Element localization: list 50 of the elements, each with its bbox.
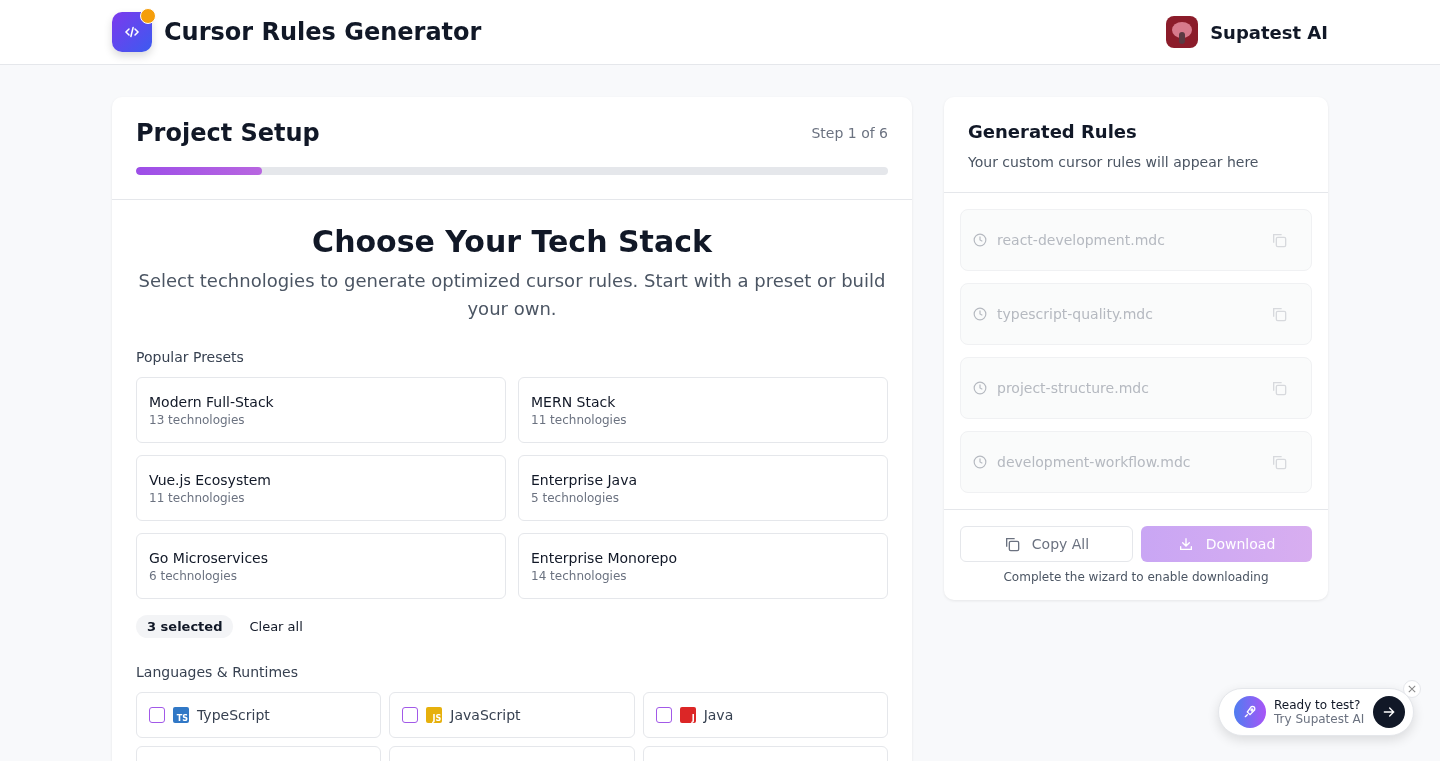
step-counter: Step 1 of 6 xyxy=(811,125,888,141)
technology-option[interactable]: JS JavaScript xyxy=(389,692,635,738)
preset-card[interactable]: Vue.js Ecosystem 11 technologies xyxy=(136,455,506,521)
file-name: react-development.mdc xyxy=(997,232,1166,248)
section-title: Project Setup xyxy=(136,119,320,147)
technology-name: Java xyxy=(703,707,734,723)
language-logo-icon: TS xyxy=(173,707,189,723)
promo-subtitle: Try Supatest AI xyxy=(1274,712,1365,726)
file-name: typescript-quality.mdc xyxy=(997,306,1154,322)
panel-title: Generated Rules xyxy=(968,121,1138,142)
promo-title: Ready to test? xyxy=(1274,698,1362,712)
copy-icon xyxy=(1003,536,1020,552)
download-icon xyxy=(1177,536,1194,552)
category-label: Languages & Runtimes xyxy=(136,664,299,680)
technology-name: JavaScript xyxy=(450,707,521,723)
clock-icon xyxy=(973,307,987,321)
arrow-right-icon xyxy=(1381,704,1397,720)
stack-heading: Choose Your Tech Stack xyxy=(311,224,713,259)
technology-name: TypeScript xyxy=(197,707,270,723)
download-hint: Complete the wizard to enable downloading xyxy=(1002,570,1270,584)
checkbox[interactable] xyxy=(149,707,165,723)
checkbox[interactable] xyxy=(402,707,419,723)
checkbox[interactable] xyxy=(655,707,672,723)
preset-card[interactable]: Enterprise Monorepo 14 technologies xyxy=(518,533,888,599)
close-icon xyxy=(1408,685,1416,693)
stack-description: Select technologies to generate optimized cursor rules. Start with a preset or build your own. xyxy=(137,269,887,321)
clock-icon xyxy=(973,381,987,395)
preset-card[interactable]: MERN Stack 11 technologies xyxy=(518,377,888,443)
preset-card[interactable]: Go Microservices 6 technologies xyxy=(136,533,506,599)
brand-name: Supatest AI xyxy=(1210,21,1328,43)
copy-all-button[interactable]: Copy All xyxy=(960,526,1133,562)
selected-count: 3 selected xyxy=(136,615,234,638)
panel-subtitle: Your custom cursor rules will appear here xyxy=(968,154,1260,170)
presets-label: Popular Presets xyxy=(136,349,245,365)
clock-icon xyxy=(973,455,987,469)
technology-option[interactable]: TS TypeScript xyxy=(136,692,382,738)
language-logo-icon: JS xyxy=(426,707,443,723)
close-button[interactable] xyxy=(1403,680,1421,698)
language-logo-icon: J xyxy=(679,707,696,723)
preset-card[interactable]: Modern Full-Stack 13 technologies xyxy=(136,377,506,443)
promo-popup[interactable]: Ready to test? Try Supatest AI xyxy=(1218,688,1414,736)
technology-option[interactable]: J Java xyxy=(642,692,888,738)
app-title: Cursor Rules Generator xyxy=(164,18,482,46)
preset-card[interactable]: Enterprise Java 5 technologies xyxy=(518,455,888,521)
file-name: project-structure.mdc xyxy=(997,380,1150,396)
rocket-icon xyxy=(1234,696,1266,728)
file-name: development-workflow.mdc xyxy=(997,454,1192,470)
arrow-right-button[interactable] xyxy=(1373,696,1405,728)
clear-all-button[interactable]: Clear all xyxy=(241,615,311,638)
clock-icon xyxy=(973,233,987,247)
